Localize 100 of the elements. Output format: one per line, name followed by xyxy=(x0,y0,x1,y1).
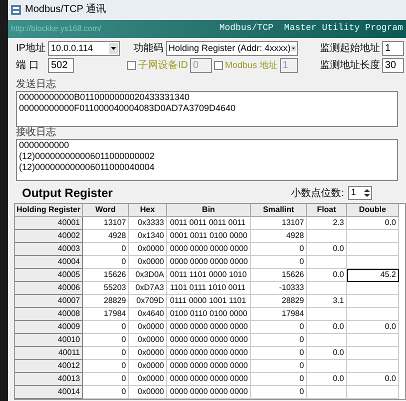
table-cell: 0 xyxy=(251,373,307,386)
column-header[interactable]: Word xyxy=(83,204,129,217)
table-cell: 0x0000 xyxy=(129,347,167,360)
table-cell: 0100 0110 0100 0000 xyxy=(167,308,251,321)
row-header[interactable]: 40006 xyxy=(15,282,83,295)
row-header[interactable]: 40010 xyxy=(15,334,83,347)
window-title: Modbus/TCP 通讯 xyxy=(25,2,106,17)
row-header[interactable]: 40003 xyxy=(15,243,83,256)
table-cell: 0.0 xyxy=(307,347,347,360)
table-cell: 15626 xyxy=(83,269,129,282)
function-label: 功能码 xyxy=(134,42,164,56)
table-cell: 55203 xyxy=(83,282,129,295)
log-line: 00000000000B0110000000020433331340 xyxy=(19,92,191,103)
start-address-field[interactable]: 1 xyxy=(382,41,404,56)
table-cell: 0x0000 xyxy=(129,334,167,347)
row-header[interactable]: 40004 xyxy=(15,256,83,269)
port-field[interactable]: 502 xyxy=(48,58,74,73)
table-cell: 17984 xyxy=(251,308,307,321)
table-cell: 0x3D0A xyxy=(129,269,167,282)
table-cell: 0x0000 xyxy=(129,256,167,269)
column-header[interactable]: Float xyxy=(307,204,347,217)
column-header[interactable]: Smallint xyxy=(251,204,307,217)
table-cell xyxy=(307,308,347,321)
table-cell: 0000 0000 0000 0000 xyxy=(167,256,251,269)
spinner-arrows-icon xyxy=(364,188,370,198)
ip-label: IP地址 xyxy=(16,42,46,56)
table-cell: 15626 xyxy=(251,269,307,282)
table-cell: 0 xyxy=(251,386,307,399)
table-cell: 0 xyxy=(83,334,129,347)
table-cell xyxy=(307,386,347,399)
checkbox[interactable] xyxy=(214,61,223,70)
row-header[interactable]: 40009 xyxy=(15,321,83,334)
row-header[interactable]: 40013 xyxy=(15,373,83,386)
row-header[interactable]: 40011 xyxy=(15,347,83,360)
table-cell xyxy=(307,334,347,347)
table-cell: 0 xyxy=(251,243,307,256)
banner-title: Modbus/TCP Master Utility Program xyxy=(219,22,403,36)
table-cell: 4928 xyxy=(251,230,307,243)
table-cell: 0x0000 xyxy=(129,373,167,386)
table-cell: 0 xyxy=(251,321,307,334)
column-header[interactable]: Holding Register xyxy=(15,204,83,217)
table-cell xyxy=(307,256,347,269)
table-cell: 1101 0111 1010 0011 xyxy=(167,282,251,295)
table-cell: 3.1 xyxy=(307,295,347,308)
row-header[interactable]: 40008 xyxy=(15,308,83,321)
table-cell xyxy=(307,360,347,373)
table-cell: 0.0 xyxy=(347,373,399,386)
table-cell: 4928 xyxy=(83,230,129,243)
table-cell: 0 xyxy=(83,321,129,334)
table-cell: 0.0 xyxy=(307,269,347,282)
table-cell: 2.3 xyxy=(307,217,347,230)
log-title: 发送日志 xyxy=(16,79,57,91)
table-cell: 0 xyxy=(83,347,129,360)
table-cell: 0 xyxy=(251,347,307,360)
log-line: 0000000000 xyxy=(19,140,70,151)
column-header[interactable]: Hex xyxy=(129,204,167,217)
table-cell: -10333 xyxy=(251,282,307,295)
row-header[interactable]: 40014 xyxy=(15,386,83,399)
table-cell: 28829 xyxy=(251,295,307,308)
table-cell: 13107 xyxy=(251,217,307,230)
table-cell: 0 xyxy=(251,334,307,347)
decimals-spinner[interactable]: 1 xyxy=(348,186,372,200)
log-line: (12)000000000006011000040004 xyxy=(19,162,156,173)
table-cell: 0 xyxy=(83,373,129,386)
table-cell: 0x3333 xyxy=(129,217,167,230)
section-title: Output Register xyxy=(22,185,113,202)
table-cell: 0000 0000 0000 0000 xyxy=(167,386,251,399)
address-length-field[interactable]: 30 xyxy=(382,58,404,73)
table-cell: 0x0000 xyxy=(129,321,167,334)
ip-combo[interactable]: 10.0.0.114 xyxy=(48,41,120,56)
table-cell: 45.2 xyxy=(347,269,399,282)
table-cell: 0x709D xyxy=(129,295,167,308)
log-line: 00000000000F011000040004083D0AD7A3709D4640 xyxy=(19,103,237,114)
row-header[interactable]: 40005 xyxy=(15,269,83,282)
row-header[interactable]: 40012 xyxy=(15,360,83,373)
table-cell: 0.0 xyxy=(307,243,347,256)
table-cell: 0000 0000 0000 0000 xyxy=(167,373,251,386)
log-line: (12)000000000006011000000002 xyxy=(19,151,156,162)
decimals-label: 小数点位数: xyxy=(291,186,344,200)
start-address-label: 监测起始地址 xyxy=(320,42,380,56)
address-length-label: 监测地址长度 xyxy=(320,58,380,73)
column-header[interactable]: Bin xyxy=(167,204,251,217)
checkbox[interactable] xyxy=(127,61,136,70)
app-icon xyxy=(11,4,21,14)
row-header[interactable]: 40002 xyxy=(15,230,83,243)
table-cell: 0000 0000 0000 0000 xyxy=(167,360,251,373)
row-header[interactable]: 40001 xyxy=(15,217,83,230)
table-cell: 0000 0000 0000 0000 xyxy=(167,321,251,334)
table-cell: 0 xyxy=(83,243,129,256)
modbus-address-label: Modbus 地址 xyxy=(225,58,278,72)
table-cell: 0x0000 xyxy=(129,243,167,256)
row-header[interactable]: 40007 xyxy=(15,295,83,308)
table-cell: 0 xyxy=(83,256,129,269)
function-combo[interactable]: Holding Register (Addr: 4xxxx) xyxy=(166,41,298,56)
table-cell: 13107 xyxy=(83,217,129,230)
table-cell: 0x1340 xyxy=(129,230,167,243)
column-header[interactable]: Double xyxy=(347,204,399,217)
table-cell: 0x4640 xyxy=(129,308,167,321)
table-cell: 0.0 xyxy=(347,217,399,230)
slave-id-label: 子网设备ID xyxy=(138,59,188,73)
